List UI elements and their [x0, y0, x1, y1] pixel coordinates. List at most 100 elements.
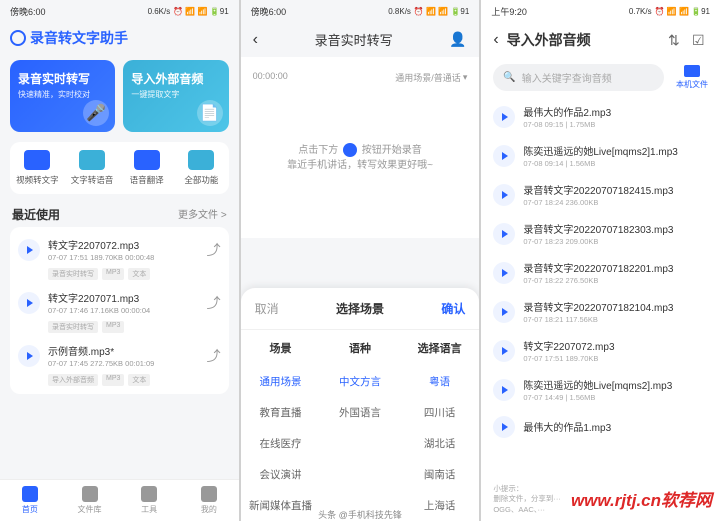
feature-voice-translate[interactable]: 语音翻译 — [119, 150, 174, 186]
folder-icon — [82, 486, 98, 502]
picker-option[interactable]: 通用场景 — [241, 366, 321, 397]
audio-meta: 07-07 18:23 209.00KB — [523, 237, 708, 246]
audio-name: 录音转文字20220707182104.mp3 — [523, 299, 708, 314]
local-files-tab[interactable]: 本机文件 — [676, 65, 720, 90]
nav-home[interactable]: 首页 — [0, 486, 60, 515]
list-item[interactable]: 录音转文字20220707182303.mp3 07-07 18:23 209.… — [493, 214, 708, 253]
audio-name: 最伟大的作品2.mp3 — [523, 104, 708, 119]
translate-icon — [134, 150, 160, 170]
play-button[interactable] — [493, 145, 515, 167]
file-name: 转文字2207072.mp3 — [48, 237, 199, 252]
audio-name: 录音转文字20220707182201.mp3 — [523, 260, 708, 275]
picker-option[interactable]: 湖北话 — [400, 428, 480, 459]
file-meta: 07-07 17:46 17.16KB 00:00:04 — [48, 306, 199, 315]
feature-video-to-text[interactable]: 视频转文字 — [10, 150, 65, 186]
list-item[interactable]: 录音转文字20220707182104.mp3 07-07 18:21 117.… — [493, 292, 708, 331]
column-header: 语种 — [320, 330, 400, 366]
feature-all[interactable]: 全部功能 — [174, 150, 229, 186]
scene-selector[interactable]: 通用场景/普通话 ▾ — [395, 71, 467, 84]
picker-option[interactable]: 新闻媒体直播 — [241, 490, 321, 521]
folder-icon — [684, 65, 700, 77]
feature-text-to-speech[interactable]: 文字转语音 — [65, 150, 120, 186]
chevron-down-icon: ▾ — [463, 72, 468, 83]
list-item[interactable]: 转文字2207072.mp3 07-07 17:51 189.70KB — [493, 331, 708, 370]
play-button[interactable] — [18, 345, 40, 367]
play-button[interactable] — [493, 106, 515, 128]
audio-name: 录音转文字20220707182415.mp3 — [523, 182, 708, 197]
picker-option[interactable]: 教育直播 — [241, 397, 321, 428]
list-item[interactable]: 转文字2207071.mp3 07-07 17:46 17.16KB 00:00… — [10, 284, 229, 321]
tag: 录音实时转写 — [48, 321, 98, 333]
sort-icon[interactable]: ⇅ — [668, 32, 684, 48]
record-hint: 点击下方 按钮开始录音 靠近手机讲话，转写效果更好哦~ — [287, 143, 433, 173]
list-item[interactable]: 转文字2207072.mp3 07-07 17:51 189.70KB 00:0… — [10, 231, 229, 268]
play-button[interactable] — [493, 223, 515, 245]
picker-option[interactable]: 闽南话 — [400, 459, 480, 490]
picker-option[interactable]: 四川话 — [400, 397, 480, 428]
audio-name: 转文字2207072.mp3 — [523, 338, 708, 353]
person-icon — [201, 486, 217, 502]
nav-files[interactable]: 文件库 — [60, 486, 120, 515]
play-button[interactable] — [493, 184, 515, 206]
share-button[interactable]: ⤴ — [207, 240, 221, 260]
sheet-title: 选择场景 — [336, 300, 384, 317]
list-item[interactable]: 示例音频.mp3* 07-07 17:45 272.75KB 00:01:09 … — [10, 337, 229, 374]
back-button[interactable]: ‹ — [253, 31, 258, 49]
cancel-button[interactable]: 取消 — [255, 300, 279, 317]
play-button[interactable] — [18, 239, 40, 261]
audio-meta: 07-08 09:15 | 1.75MB — [523, 120, 708, 129]
share-button[interactable]: ⤴ — [207, 346, 221, 366]
screen-record: 傍晚6:00 0.8K/s ⏰ 📶 📶 🔋91 ‹ 录音实时转写 👤 00:00… — [241, 0, 480, 521]
tag: MP3 — [102, 268, 124, 280]
tag: MP3 — [102, 374, 124, 386]
avatar-icon[interactable]: 👤 — [449, 31, 467, 49]
list-item[interactable]: 录音转文字20220707182415.mp3 07-07 18:24 236.… — [493, 175, 708, 214]
picker-option[interactable]: 外国语言 — [320, 397, 400, 428]
home-icon — [22, 486, 38, 502]
multi-select-icon[interactable]: ☑ — [692, 32, 708, 48]
picker-option[interactable]: 上海话 — [400, 490, 480, 521]
picker-option[interactable]: 粤语 — [400, 366, 480, 397]
card-realtime-transcribe[interactable]: 录音实时转写 快速精准，实时校对 🎤 — [10, 60, 115, 132]
text-icon — [79, 150, 105, 170]
tag: 录音实时转写 — [48, 268, 98, 280]
play-button[interactable] — [493, 340, 515, 362]
confirm-button[interactable]: 确认 — [441, 300, 465, 317]
grid-icon — [188, 150, 214, 170]
share-button[interactable]: ⤴ — [207, 293, 221, 313]
play-button[interactable] — [493, 262, 515, 284]
page-title: 导入外部音频 — [507, 30, 660, 50]
play-button[interactable] — [18, 292, 40, 314]
list-item[interactable]: 陈奕迅遥远的她Live[mqms2].mp3 07-07 14:49 | 1.5… — [493, 370, 708, 409]
card-import-audio[interactable]: 导入外部音频 一键提取文字 📄 — [123, 60, 228, 132]
scene-picker-sheet: 取消 选择场景 确认 场景通用场景教育直播在线医疗会议演讲新闻媒体直播 语种中文方… — [241, 288, 480, 521]
list-item[interactable]: 最伟大的作品1.mp3 — [493, 409, 708, 445]
tag: MP3 — [102, 321, 124, 333]
search-input[interactable]: 🔍 输入关键字查询音频 — [493, 64, 664, 91]
audio-meta: 07-07 18:21 117.56KB — [523, 315, 708, 324]
picker-option[interactable]: 在线医疗 — [241, 428, 321, 459]
play-button[interactable] — [493, 301, 515, 323]
app-header: 录音转文字助手 — [0, 22, 239, 54]
play-button[interactable] — [493, 379, 515, 401]
status-bar: 傍晚6:00 0.8K/s ⏰ 📶 📶 🔋91 — [241, 0, 480, 22]
tag: 导入外部音频 — [48, 374, 98, 386]
more-files-link[interactable]: 更多文件 > — [178, 206, 227, 223]
picker-option[interactable]: 中文方言 — [320, 366, 400, 397]
list-item[interactable]: 陈奕迅遥远的她Live[mqms2]1.mp3 07-08 09:14 | 1.… — [493, 136, 708, 175]
app-title: 录音转文字助手 — [30, 28, 128, 48]
picker-option[interactable]: 会议演讲 — [241, 459, 321, 490]
column-header: 场景 — [241, 330, 321, 366]
audio-meta: 07-07 18:22 276.50KB — [523, 276, 708, 285]
nav-tools[interactable]: 工具 — [119, 486, 179, 515]
list-item[interactable]: 最伟大的作品2.mp3 07-08 09:15 | 1.75MB — [493, 97, 708, 136]
play-button[interactable] — [493, 416, 515, 438]
audio-meta: 07-07 17:51 189.70KB — [523, 354, 708, 363]
app-logo-icon — [10, 30, 26, 46]
audio-meta: 07-07 14:49 | 1.56MB — [523, 393, 708, 402]
screen-import: 上午9:20 0.7K/s ⏰ 📶 📶 🔋91 ‹ 导入外部音频 ⇅ ☑ 🔍 输… — [481, 0, 720, 521]
list-item[interactable]: 录音转文字20220707182201.mp3 07-07 18:22 276.… — [493, 253, 708, 292]
nav-me[interactable]: 我的 — [179, 486, 239, 515]
mic-icon: 🎤 — [83, 100, 109, 126]
back-button[interactable]: ‹ — [493, 31, 498, 49]
